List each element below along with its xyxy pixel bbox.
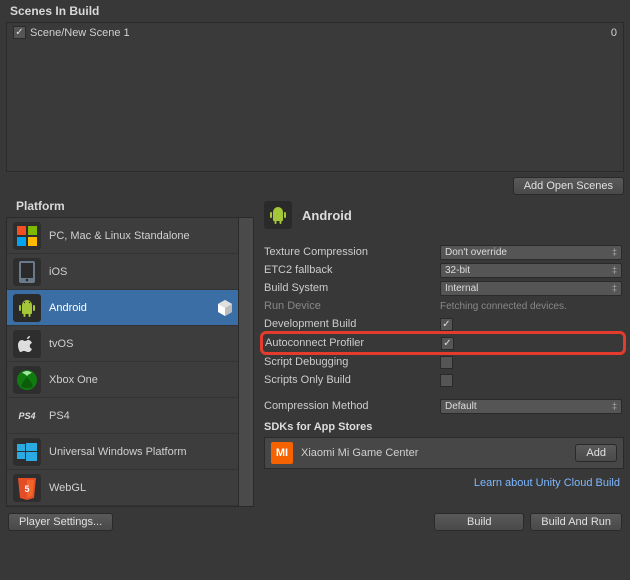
autoconnect-profiler-checkbox[interactable] [441, 337, 454, 350]
etc2-fallback-label: ETC2 fallback [264, 264, 434, 276]
platform-label: WebGL [49, 482, 235, 494]
build-system-dropdown[interactable]: Internal [440, 281, 622, 296]
xiaomi-icon: MI [271, 442, 293, 464]
build-target-title: Android [302, 208, 352, 223]
development-build-checkbox[interactable] [440, 318, 453, 331]
build-settings-panel: Android Texture Compression Don't overri… [264, 195, 624, 507]
scene-index: 0 [611, 27, 617, 39]
ps4-icon: PS4 [13, 402, 41, 430]
platform-title: Platform [6, 195, 254, 217]
build-system-label: Build System [264, 282, 434, 294]
platform-label: Universal Windows Platform [49, 446, 235, 458]
standalone-icon [13, 222, 41, 250]
autoconnect-profiler-highlight: Autoconnect Profiler [260, 331, 626, 355]
texture-compression-label: Texture Compression [264, 246, 434, 258]
scenes-in-build-panel: Scene/New Scene 1 0 [6, 22, 624, 172]
scenes-in-build-title: Scenes In Build [0, 0, 630, 22]
tvos-icon [13, 330, 41, 358]
platform-item-ios[interactable]: iOS [7, 254, 253, 290]
platform-label: tvOS [49, 338, 235, 350]
add-open-scenes-button[interactable]: Add Open Scenes [513, 177, 624, 195]
xbox-icon [13, 366, 41, 394]
scene-name: Scene/New Scene 1 [30, 27, 130, 39]
platform-label: Xbox One [49, 374, 235, 386]
platform-item-webgl[interactable]: 5 WebGL [7, 470, 253, 506]
sdk-label: Xiaomi Mi Game Center [301, 447, 567, 459]
player-settings-button[interactable]: Player Settings... [8, 513, 113, 531]
platform-item-uwp[interactable]: Universal Windows Platform [7, 434, 253, 470]
compression-method-dropdown[interactable]: Default [440, 399, 622, 414]
unity-badge-icon [215, 298, 235, 318]
platform-label: PS4 [49, 410, 235, 422]
platform-item-android[interactable]: Android [7, 290, 253, 326]
etc2-fallback-dropdown[interactable]: 32-bit [440, 263, 622, 278]
run-device-label: Run Device [264, 300, 434, 312]
scene-checkbox[interactable] [13, 26, 26, 39]
platform-list: PC, Mac & Linux Standalone iOS Android [6, 217, 254, 507]
scripts-only-build-checkbox[interactable] [440, 374, 453, 387]
sdk-add-button[interactable]: Add [575, 444, 617, 462]
platform-item-standalone[interactable]: PC, Mac & Linux Standalone [7, 218, 253, 254]
texture-compression-dropdown[interactable]: Don't override [440, 245, 622, 260]
development-build-label: Development Build [264, 318, 434, 330]
platform-item-xboxone[interactable]: Xbox One [7, 362, 253, 398]
compression-method-label: Compression Method [264, 400, 434, 412]
platform-label: iOS [49, 266, 235, 278]
android-icon [264, 201, 292, 229]
script-debugging-checkbox[interactable] [440, 356, 453, 369]
platform-item-ps4[interactable]: PS4 PS4 [7, 398, 253, 434]
scene-row[interactable]: Scene/New Scene 1 0 [7, 23, 623, 42]
platform-item-tvos[interactable]: tvOS [7, 326, 253, 362]
sdk-row: MI Xiaomi Mi Game Center Add [264, 437, 624, 469]
cloud-build-link[interactable]: Learn about Unity Cloud Build [474, 477, 620, 489]
platform-label: Android [49, 302, 207, 314]
scripts-only-build-label: Scripts Only Build [264, 374, 434, 386]
run-device-status: Fetching connected devices. [440, 301, 567, 312]
build-and-run-button[interactable]: Build And Run [530, 513, 622, 531]
autoconnect-profiler-label: Autoconnect Profiler [265, 337, 435, 349]
webgl-icon: 5 [13, 474, 41, 502]
svg-text:5: 5 [24, 484, 29, 494]
ios-icon [13, 258, 41, 286]
android-icon [13, 294, 41, 322]
uwp-icon [13, 438, 41, 466]
platform-label: PC, Mac & Linux Standalone [49, 230, 235, 242]
script-debugging-label: Script Debugging [264, 356, 434, 368]
sdk-section-title: SDKs for App Stores [264, 415, 624, 437]
build-button[interactable]: Build [434, 513, 524, 531]
